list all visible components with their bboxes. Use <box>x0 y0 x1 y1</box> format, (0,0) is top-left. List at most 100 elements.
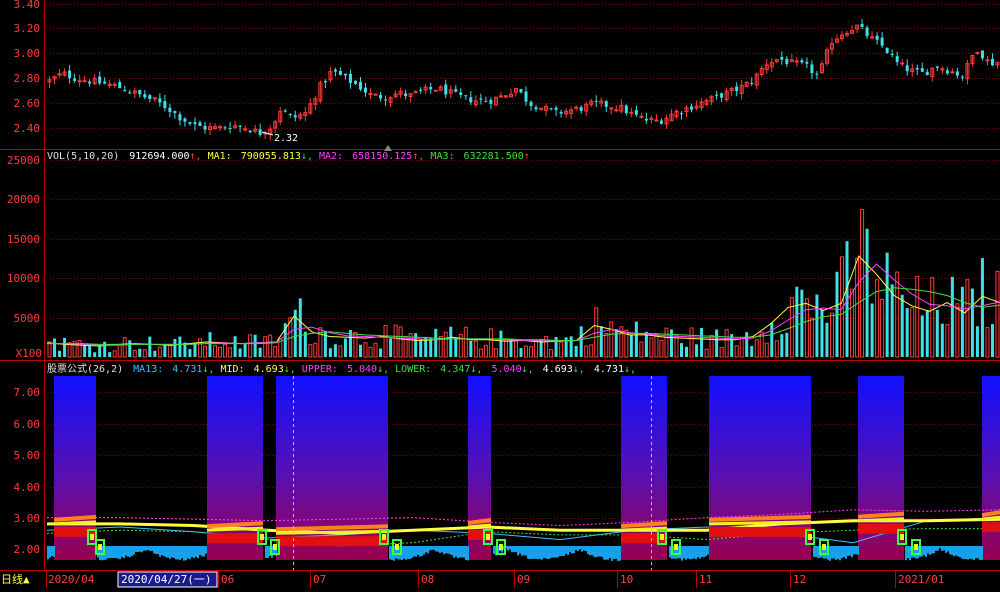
candle-body-down <box>163 101 167 109</box>
volume-bar-up <box>273 346 278 358</box>
candle-body-down <box>258 129 262 135</box>
indicator-histogram-bar <box>205 546 207 554</box>
candle-body-up <box>649 117 654 120</box>
volume-bars <box>47 208 1000 358</box>
indicator-histogram-bar <box>845 546 847 559</box>
candle-body-down <box>123 89 127 92</box>
date-label: 06 <box>221 573 234 586</box>
candle-body-down <box>293 115 297 118</box>
volume-bar-down <box>599 326 603 357</box>
volume-bar-down <box>579 326 583 357</box>
indicator-histogram-bar <box>153 546 155 554</box>
volume-bar-down <box>750 345 754 357</box>
indicator-histogram-bar <box>119 546 121 560</box>
indicator-histogram-bar <box>597 546 599 557</box>
indicator-histogram-bar <box>937 546 939 551</box>
volume-bar-up <box>112 350 117 358</box>
volume-bar-down <box>770 322 774 357</box>
indicator-histogram-bar <box>831 546 833 559</box>
indicator-histogram-bar <box>149 546 151 551</box>
volume-bar-down <box>253 334 257 357</box>
indicator-histogram-bar <box>695 546 697 560</box>
volume-bar-up <box>709 334 714 358</box>
volume-bar-down <box>499 330 503 357</box>
stock-chart-svg[interactable]: 3.40 3.20 3.00 2.80 2.60 2.40 2.32 VOL(5… <box>0 0 1000 588</box>
candle-body-down <box>559 111 563 114</box>
volume-bar-down <box>885 252 889 357</box>
indicator-histogram-bar <box>159 546 161 557</box>
volume-bar-up <box>965 279 970 358</box>
indicator-histogram-bar <box>979 546 981 560</box>
indicator-histogram-bar <box>699 546 701 559</box>
indicator-yellow-band <box>275 529 389 535</box>
indicator-histogram-bar <box>813 546 815 558</box>
candle-body-down <box>88 81 92 84</box>
indicator-histogram-bar <box>601 546 603 557</box>
volume-bar-down <box>328 348 332 357</box>
indicator-histogram-bar <box>199 546 201 556</box>
candle-body-down <box>890 53 894 55</box>
volume-bar-up <box>649 337 654 358</box>
volume-multiplier: X100 <box>16 347 43 360</box>
candle-body-down <box>644 118 648 121</box>
grid-layer <box>47 4 1000 550</box>
indicator-tick: 4.00 <box>14 481 41 494</box>
indicator-histogram-bar <box>905 546 907 561</box>
volume-bar-up <box>549 349 554 358</box>
candle-body-down <box>288 114 292 116</box>
indicator-histogram-bar <box>691 546 693 560</box>
indicator-histogram-bar <box>589 546 591 556</box>
indicator-histogram-bar <box>181 546 183 559</box>
indicator-histogram-bar <box>961 546 963 559</box>
volume-bar-up <box>383 325 388 358</box>
volume-bar-down <box>88 344 92 357</box>
volume-bar-down <box>449 326 453 357</box>
candle-body-up <box>152 97 157 100</box>
indicator-histogram-bar <box>189 546 191 560</box>
candle-body-down <box>604 101 608 107</box>
mid-value: 4.693 <box>254 364 284 375</box>
indicator-histogram-bar <box>109 546 111 559</box>
indicator-line-upper <box>47 509 1000 527</box>
indicator-histogram-bar <box>191 546 193 558</box>
candle-body-down <box>805 61 809 64</box>
indicator-name: 股票公式(26,2) <box>47 362 123 375</box>
candle-body-down <box>519 88 523 93</box>
indicator-histogram-bar <box>47 546 49 560</box>
indicator-histogram-bar <box>611 546 613 561</box>
indicator-histogram-bar <box>429 546 431 551</box>
candle-body-down <box>679 113 683 115</box>
indicator-red-band <box>54 526 96 537</box>
candle-body-down <box>419 89 423 91</box>
indicator-histogram-bar <box>941 546 943 551</box>
indicator-histogram-bar <box>943 546 945 551</box>
volume-bar-up <box>955 303 960 358</box>
indicator-histogram-bar <box>403 546 405 559</box>
candle-body-down <box>489 99 493 104</box>
candle-body-down <box>444 84 448 95</box>
candle-body-down <box>715 94 719 96</box>
signal-marker-fill <box>900 534 904 540</box>
indicator-histogram-bar <box>139 546 141 552</box>
indicator-histogram-bar <box>463 546 465 558</box>
indicator-histogram-bar <box>435 546 437 552</box>
indicator-histogram-bar <box>681 546 683 561</box>
indicator-histogram-bar <box>185 546 187 561</box>
volume-bar-up <box>829 312 834 358</box>
signal-marker-fill <box>660 534 664 540</box>
indicator-histogram-bar <box>453 546 455 558</box>
candle-body-up <box>77 80 82 83</box>
indicator-histogram-bar <box>603 546 605 560</box>
period-button[interactable]: 日线▲ <box>1 572 30 586</box>
volume-bar-down <box>780 334 784 357</box>
indicator-yellow-band <box>981 515 1000 521</box>
candle-body-down <box>785 58 789 64</box>
indicator-histogram-bar <box>847 546 849 556</box>
volume-bar-up <box>534 339 539 358</box>
indicator-histogram-bar <box>535 546 537 559</box>
indicator-histogram-bar <box>111 546 113 559</box>
candle-body-down <box>118 82 122 89</box>
indicator-histogram-bar <box>833 546 835 559</box>
volume-bar-up <box>488 328 493 358</box>
indicator-histogram-bar <box>519 546 521 554</box>
